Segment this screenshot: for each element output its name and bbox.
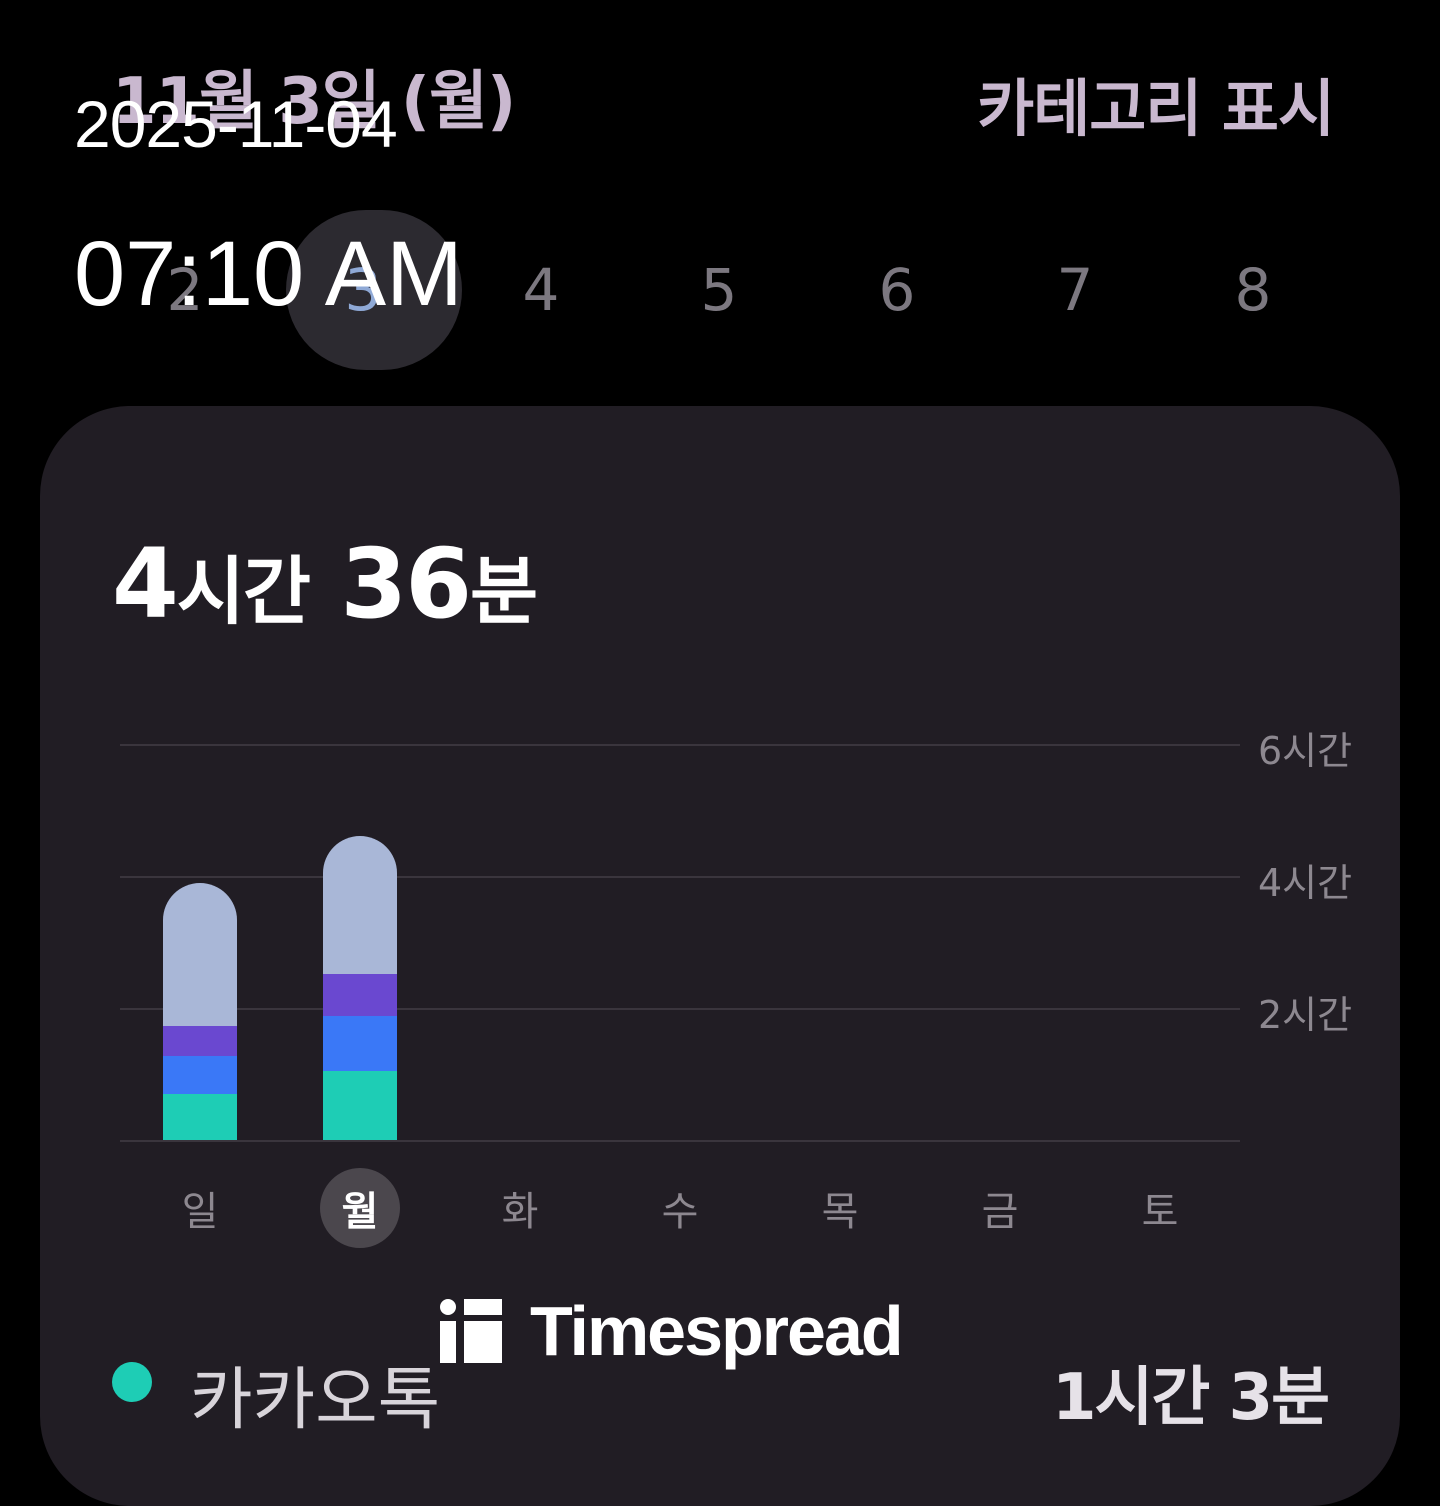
bar-segment-일-1[interactable] (163, 1056, 237, 1094)
app-color-dot (112, 1362, 152, 1402)
weekday-금[interactable]: 금 (950, 1168, 1050, 1248)
total-hours: 4 (112, 528, 179, 640)
total-usage: 4시간 36분 (112, 528, 538, 640)
bar-segment-월-3[interactable] (323, 836, 397, 974)
weekday-수[interactable]: 수 (630, 1168, 730, 1248)
timespread-logo-icon (440, 1299, 502, 1363)
bar-segment-일-2[interactable] (163, 1025, 237, 1057)
bar-segment-월-0[interactable] (323, 1070, 397, 1140)
gridline (120, 744, 1240, 746)
day-4[interactable]: 4 (452, 210, 630, 370)
app-usage-time: 1시간 3분 (1052, 1361, 1330, 1435)
bar-segment-월-1[interactable] (323, 1015, 397, 1071)
weekday-목[interactable]: 목 (790, 1168, 890, 1248)
day-8[interactable]: 8 (1164, 210, 1342, 370)
total-minutes: 36 (340, 528, 472, 640)
category-toggle-button[interactable]: 카테고리 표시 (977, 58, 1335, 148)
gridline (120, 876, 1240, 878)
day-6[interactable]: 6 (808, 210, 986, 370)
day-7[interactable]: 7 (986, 210, 1164, 370)
gridline (120, 1140, 1240, 1142)
weekday-월[interactable]: 월 (310, 1168, 410, 1248)
y-tick-label: 6시간 (1258, 729, 1353, 773)
overlay-time: 07:10 AM (74, 223, 463, 325)
minutes-unit: 분 (469, 549, 538, 635)
weekday-화[interactable]: 화 (470, 1168, 570, 1248)
bar-segment-일-0[interactable] (163, 1093, 237, 1140)
day-5[interactable]: 5 (630, 210, 808, 370)
watermark-text: Timespread (530, 1292, 904, 1370)
weekday-일[interactable]: 일 (150, 1168, 250, 1248)
app-name: 카카오톡 (190, 1361, 441, 1440)
y-tick-label: 4시간 (1258, 861, 1353, 905)
watermark: Timespread (440, 1292, 904, 1370)
bar-segment-일-3[interactable] (163, 882, 237, 1026)
weekday-토[interactable]: 토 (1110, 1168, 1210, 1248)
hours-unit: 시간 (176, 549, 311, 635)
bar-segment-월-2[interactable] (323, 973, 397, 1016)
gridline (120, 1008, 1240, 1010)
y-tick-label: 2시간 (1258, 993, 1353, 1037)
overlay-date: 2025-11-04 (74, 87, 398, 161)
